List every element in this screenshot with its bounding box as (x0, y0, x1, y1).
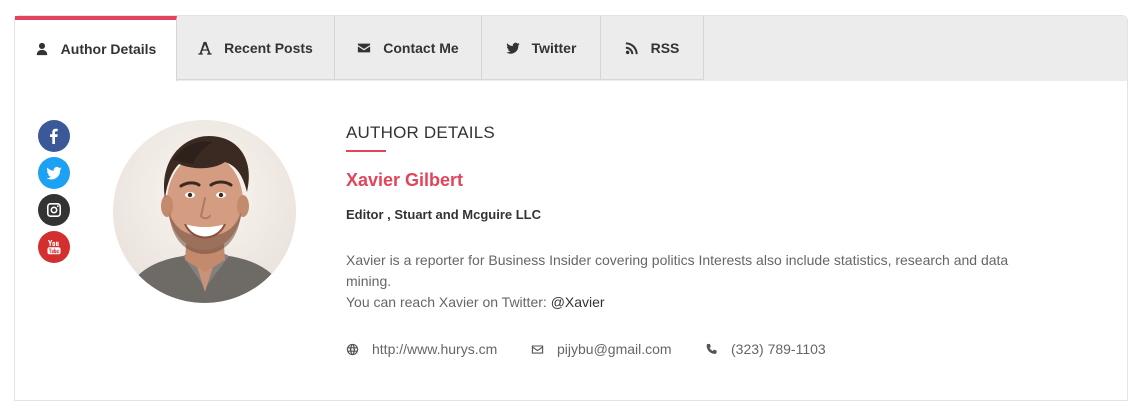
author-avatar (113, 120, 296, 303)
reach-text: You can reach Xavier on Twitter: (346, 294, 551, 310)
tab-recent-posts[interactable]: Recent Posts (177, 16, 335, 80)
author-role: Editor , Stuart and Mcguire LLC (346, 207, 542, 222)
tab-label: Author Details (60, 40, 157, 57)
twitter-button[interactable] (38, 157, 70, 189)
heading-underline (346, 150, 386, 152)
youtube-button[interactable] (38, 231, 70, 263)
twitter-icon (46, 167, 62, 180)
tab-label: RSS (650, 39, 680, 56)
website-contact[interactable]: http://www.hurys.cm (346, 341, 497, 357)
section-heading: AUTHOR DETAILS (346, 123, 495, 142)
font-icon (198, 41, 212, 55)
phone-number[interactable]: (323) 789-1103 (731, 341, 826, 357)
tab-author-details[interactable]: Author Details (15, 16, 177, 81)
tab-label: Contact Me (383, 39, 459, 56)
bio-text: Xavier is a reporter for Business Inside… (346, 252, 1009, 289)
youtube-icon (47, 240, 61, 255)
facebook-button[interactable] (38, 120, 70, 152)
tab-contact-me[interactable]: Contact Me (335, 16, 482, 80)
instagram-icon (47, 203, 61, 217)
twitter-handle-link[interactable]: @Xavier (551, 294, 605, 310)
twitter-icon (506, 41, 520, 55)
rss-icon (625, 41, 639, 55)
tab-rss[interactable]: RSS (601, 16, 704, 80)
author-widget: Author Details Recent Posts Contact Me T… (14, 15, 1128, 401)
email-contact[interactable]: pijybu@gmail.com (531, 341, 672, 357)
envelope-icon (531, 344, 544, 354)
tab-label: Twitter (531, 39, 577, 56)
envelope-icon (357, 41, 371, 55)
author-bio: Xavier is a reporter for Business Inside… (346, 250, 1046, 313)
phone-icon (706, 343, 717, 354)
tab-label: Recent Posts (224, 39, 313, 56)
tab-twitter[interactable]: Twitter (482, 16, 601, 80)
phone-contact[interactable]: (323) 789-1103 (705, 341, 826, 357)
facebook-icon (50, 128, 58, 144)
website-link[interactable]: http://www.hurys.cm (372, 341, 497, 357)
user-icon (35, 42, 49, 56)
globe-icon (346, 343, 359, 355)
author-name[interactable]: Xavier Gilbert (346, 170, 463, 191)
tab-bar: Author Details Recent Posts Contact Me T… (15, 16, 1127, 81)
instagram-button[interactable] (38, 194, 70, 226)
email-link[interactable]: pijybu@gmail.com (557, 341, 672, 357)
